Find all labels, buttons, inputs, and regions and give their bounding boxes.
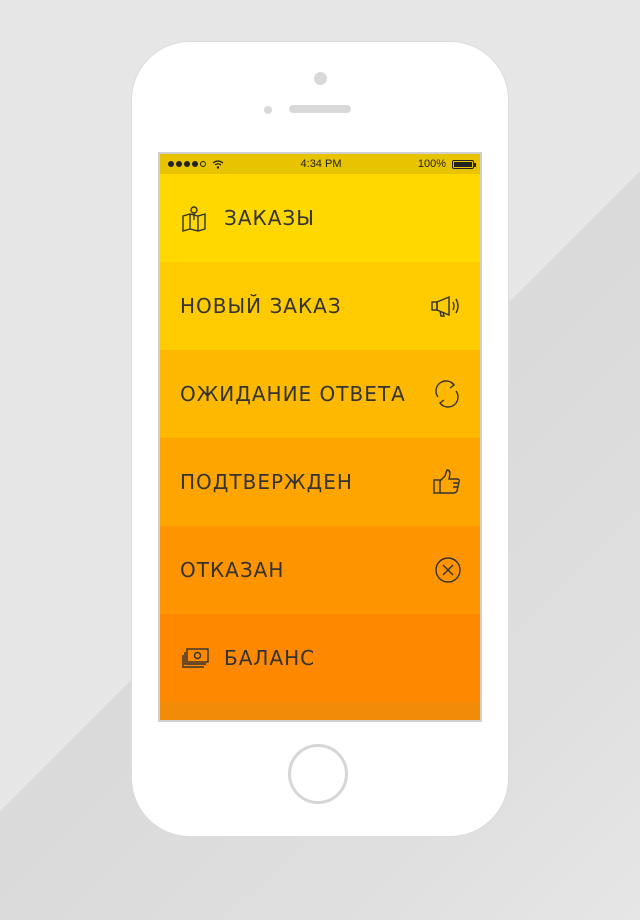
- status-bar: 4:34 PM 100%: [160, 154, 480, 174]
- signal-dot: [168, 161, 174, 167]
- close-circle-icon: [430, 554, 462, 586]
- status-time: 4:34 PM: [300, 158, 342, 170]
- menu-item-new-order[interactable]: НОВЫЙ ЗАКАЗ: [160, 262, 480, 350]
- status-bar-left: [168, 159, 248, 169]
- home-button[interactable]: [288, 744, 348, 804]
- signal-dot: [192, 161, 198, 167]
- menu-item-confirmed[interactable]: ПОДТВЕРЖДЕН: [160, 438, 480, 526]
- refresh-icon: [430, 378, 462, 410]
- menu-item-declined[interactable]: ОТКАЗАН: [160, 526, 480, 614]
- front-camera: [314, 72, 327, 85]
- status-bar-right: 100%: [394, 158, 476, 170]
- map-pin-icon: [180, 202, 212, 234]
- signal-dot: [200, 161, 206, 167]
- bottom-strip: [160, 702, 480, 720]
- wifi-icon: [212, 159, 224, 169]
- megaphone-icon: [430, 290, 462, 322]
- battery-percent: 100%: [417, 158, 446, 170]
- menu-item-awaiting-reply[interactable]: ОЖИДАНИЕ ОТВЕТА: [160, 350, 480, 438]
- menu-item-label: ЗАКАЗЫ: [224, 206, 315, 230]
- earpiece-speaker: [289, 105, 351, 113]
- menu-item-orders[interactable]: ЗАКАЗЫ: [160, 174, 480, 262]
- battery-icon: [452, 159, 476, 169]
- money-icon: [180, 642, 212, 674]
- menu-item-label: ПОДТВЕРЖДЕН: [180, 470, 353, 494]
- menu-item-label: ОЖИДАНИЕ ОТВЕТА: [180, 382, 406, 406]
- menu-item-label: ОТКАЗАН: [180, 558, 285, 582]
- thumbs-up-icon: [430, 466, 462, 498]
- menu-item-balance[interactable]: БАЛАНС: [160, 614, 480, 702]
- signal-dot: [184, 161, 190, 167]
- menu-item-label: НОВЫЙ ЗАКАЗ: [180, 294, 342, 318]
- phone-screen: 4:34 PM 100% ЗАКАЗЫ НОВЫЙ ЗАКАЗ ОЖИДАНИЕ…: [158, 152, 482, 722]
- signal-dot: [176, 161, 182, 167]
- phone-frame: 4:34 PM 100% ЗАКАЗЫ НОВЫЙ ЗАКАЗ ОЖИДАНИЕ…: [132, 42, 508, 836]
- proximity-sensor: [264, 106, 272, 114]
- menu-item-label: БАЛАНС: [224, 646, 316, 670]
